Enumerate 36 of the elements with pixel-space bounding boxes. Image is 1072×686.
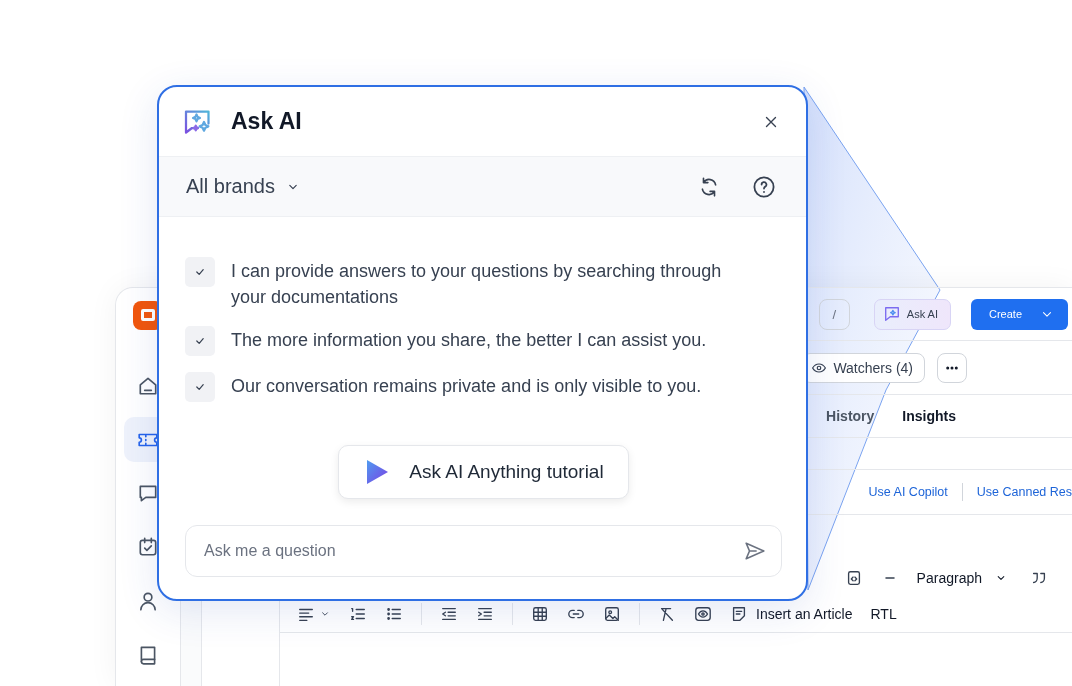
sparkle-chat-icon [882,305,901,323]
calendar-check-icon [137,536,159,559]
horizontal-rule-icon [884,577,895,579]
table-icon [531,605,549,623]
tab[interactable]: History [826,408,875,424]
tab[interactable]: Insights [902,408,956,424]
help-button[interactable] [752,174,776,199]
capability-text: I can provide answers to your questions by searching through your documentations [231,260,723,309]
ask-ai-button[interactable]: Ask AI [873,298,951,330]
send-button[interactable] [744,540,766,562]
note-icon [730,605,748,623]
insert-article-button[interactable]: Insert an Article [756,606,853,622]
clear-format-icon [658,605,676,623]
block-format-dropdown[interactable]: Paragraph [916,570,1008,586]
shortcut-key: / [818,298,850,330]
brand-dropdown[interactable]: All brands [186,175,301,198]
reply-action-link[interactable]: Use AI Copilot [868,485,948,499]
more-icon [946,365,958,370]
play-icon [365,459,390,485]
image-icon [603,605,621,623]
rtl-button[interactable]: RTL [870,606,897,622]
dialog-title: Ask AI [231,108,303,135]
help-icon [752,174,776,199]
send-icon [744,540,766,562]
bulleted-list-icon [385,605,403,623]
numbered-list-icon [349,605,367,623]
reply-action-link[interactable]: Use Canned Res [976,485,1072,499]
tutorial-button[interactable]: Ask AI Anything tutorial [338,445,629,499]
capability-text: Our conversation remains private and is only visible to you. [231,375,702,398]
question-input-field[interactable]: Ask me a question [185,525,782,577]
capability-text: The more information you share, the better I can assist you. [231,329,707,352]
create-button[interactable]: Create [971,298,1068,330]
indent-icon [476,605,494,623]
eye-icon [694,605,712,623]
person-icon [137,590,159,613]
outdent-icon [440,605,458,623]
